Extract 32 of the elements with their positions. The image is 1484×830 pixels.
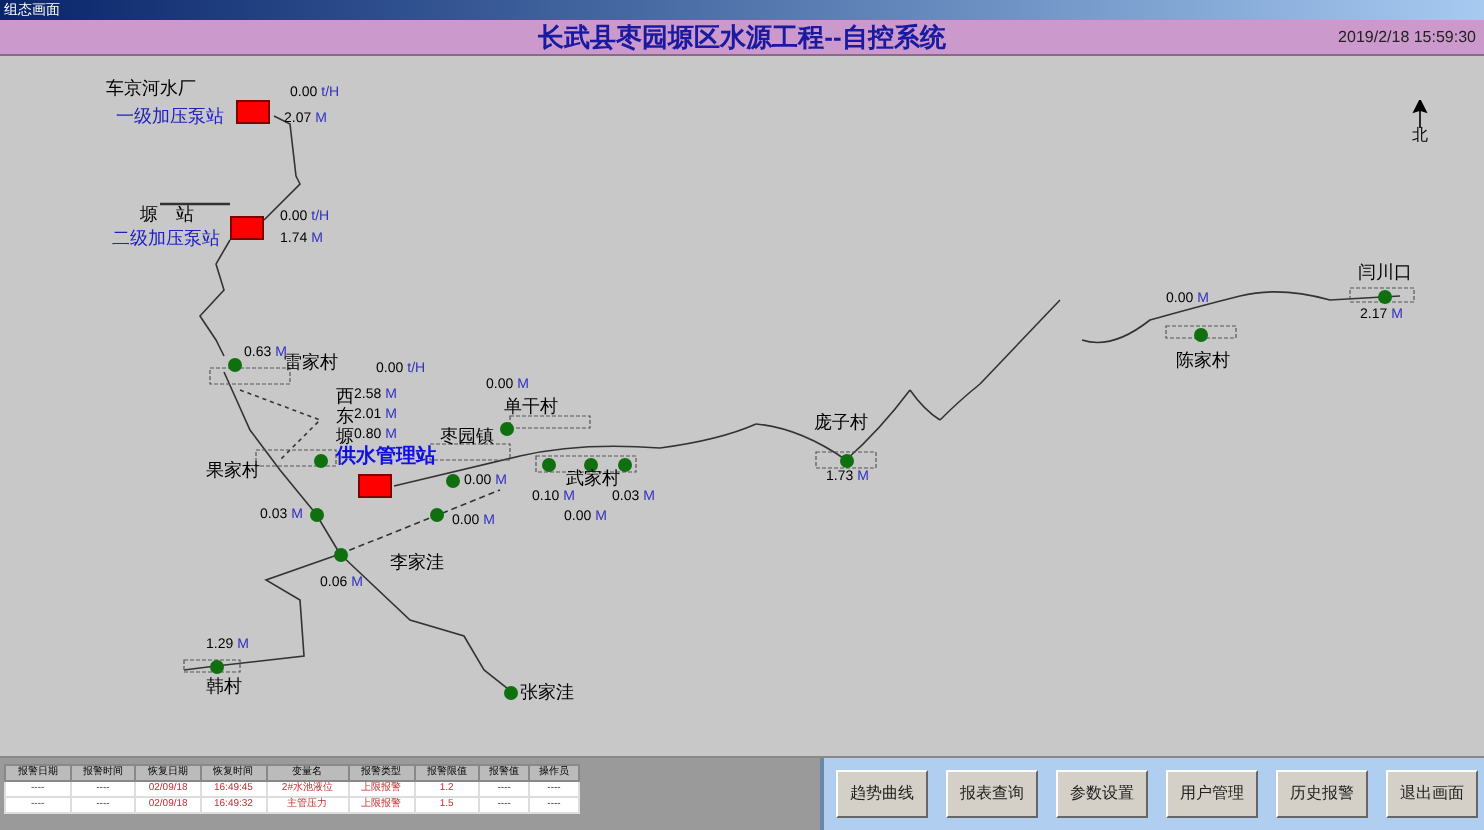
- place-label: 塬 站: [140, 206, 194, 224]
- place-label: 雷家村: [284, 354, 338, 372]
- station-label: 二级加压泵站: [112, 230, 220, 248]
- place-label: 韩村: [206, 678, 242, 696]
- place-label: 单干村: [504, 398, 558, 416]
- menu-button[interactable]: 报表查询: [946, 770, 1038, 818]
- place-label: 车京河水厂: [106, 80, 196, 98]
- menu-button[interactable]: 退出画面: [1386, 770, 1478, 818]
- place-label: 东: [336, 408, 354, 426]
- place-label: 庞子村: [814, 414, 868, 432]
- place-label: 塬: [336, 428, 354, 446]
- station-label: 一级加压泵站: [116, 108, 224, 126]
- place-label: 李家洼: [390, 554, 444, 572]
- pump-block: [358, 474, 392, 498]
- station-label: 供水管理站: [336, 448, 436, 468]
- place-label: 武家村: [566, 470, 620, 488]
- place-label: 西: [336, 388, 354, 406]
- menu-button[interactable]: 趋势曲线: [836, 770, 928, 818]
- place-label: 闫川口: [1358, 264, 1412, 282]
- datetime-label: 2019/2/18 15:59:30: [1338, 29, 1476, 45]
- north-arrow-icon: [1412, 100, 1428, 128]
- menu-button[interactable]: 用户管理: [1166, 770, 1258, 818]
- pump-block: [236, 100, 270, 124]
- system-title: 长武县枣园塬区水源工程--自控系统: [538, 24, 946, 50]
- compass-label: 北: [1412, 128, 1428, 144]
- place-label: 枣园镇: [440, 428, 494, 446]
- place-label: 果家村: [206, 462, 260, 480]
- place-label: 陈家村: [1176, 352, 1230, 370]
- menu-button[interactable]: 历史报警: [1276, 770, 1368, 818]
- menu-button[interactable]: 参数设置: [1056, 770, 1148, 818]
- pump-block: [230, 216, 264, 240]
- place-label: 张家洼: [520, 684, 574, 702]
